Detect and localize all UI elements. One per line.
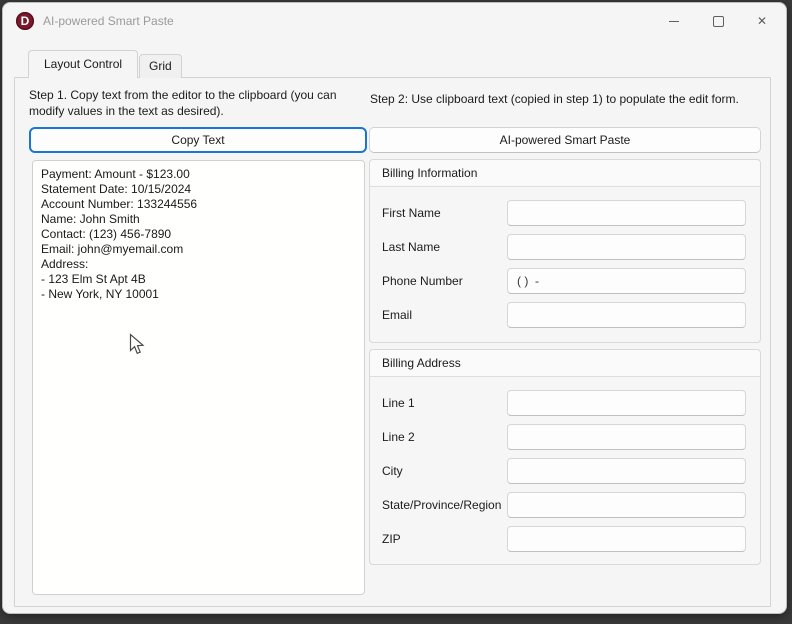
zip-label: ZIP xyxy=(382,532,401,546)
line1-label: Line 1 xyxy=(382,396,415,410)
app-logo-icon: D xyxy=(16,12,34,30)
city-label: City xyxy=(382,464,403,478)
editor-line: Name: John Smith xyxy=(41,212,140,226)
minimize-button[interactable] xyxy=(652,5,696,37)
field-row-state: State/Province/Region xyxy=(382,492,746,518)
billing-information-group: Billing Information First Name Last Name… xyxy=(369,159,761,343)
field-row-email: Email xyxy=(382,302,746,328)
field-row-line2: Line 2 xyxy=(382,424,746,450)
zip-input[interactable] xyxy=(507,526,746,552)
editor-line: Email: john@myemail.com xyxy=(41,242,184,256)
app-window: D AI-powered Smart Paste ✕ Layout Contro… xyxy=(2,2,787,614)
billing-address-group: Billing Address Line 1 Line 2 City State… xyxy=(369,349,761,565)
step2-instructions: Step 2: Use clipboard text (copied in st… xyxy=(370,92,739,106)
line2-input[interactable] xyxy=(507,424,746,450)
maximize-icon xyxy=(712,15,724,27)
last-name-label: Last Name xyxy=(382,240,441,254)
editor-line: Address: xyxy=(41,257,89,271)
last-name-input[interactable] xyxy=(507,234,746,260)
tab-grid[interactable]: Grid xyxy=(139,54,182,78)
editor-line: - New York, NY 10001 xyxy=(41,287,159,301)
line1-input[interactable] xyxy=(507,390,746,416)
field-row-last-name: Last Name xyxy=(382,234,746,260)
field-row-first-name: First Name xyxy=(382,200,746,226)
editor-line: - 123 Elm St Apt 4B xyxy=(41,272,146,286)
first-name-input[interactable] xyxy=(507,200,746,226)
window-controls: ✕ xyxy=(652,5,784,37)
field-row-phone-number: Phone Number xyxy=(382,268,746,294)
tab-layout-control[interactable]: Layout Control xyxy=(28,50,139,78)
editor-line: Statement Date: 10/15/2024 xyxy=(41,182,192,196)
state-province-region-input[interactable] xyxy=(507,492,746,518)
email-label: Email xyxy=(382,308,413,322)
maximize-button[interactable] xyxy=(696,5,740,37)
step1-instructions: Step 1. Copy text from the editor to the… xyxy=(29,88,337,118)
field-row-city: City xyxy=(382,458,746,484)
window-title: AI-powered Smart Paste xyxy=(43,14,174,28)
state-province-region-label: State/Province/Region xyxy=(382,498,502,512)
line2-label: Line 2 xyxy=(382,430,415,444)
phone-number-input[interactable] xyxy=(507,268,746,294)
billing-address-caption: Billing Address xyxy=(370,350,760,377)
title-bar: D AI-powered Smart Paste ✕ xyxy=(3,3,786,39)
city-input[interactable] xyxy=(507,458,746,484)
close-button[interactable]: ✕ xyxy=(740,5,784,37)
editor-line: Contact: (123) 456-7890 xyxy=(41,227,172,241)
close-icon: ✕ xyxy=(756,14,768,28)
clipboard-text-editor[interactable]: Payment: Amount - $123.00 Statement Date… xyxy=(32,160,365,595)
first-name-label: First Name xyxy=(382,206,441,220)
editor-line: Payment: Amount - $123.00 xyxy=(41,167,190,181)
field-row-zip: ZIP xyxy=(382,526,746,552)
minimize-icon xyxy=(669,20,679,22)
smart-paste-button[interactable]: AI-powered Smart Paste xyxy=(369,127,761,153)
editor-line: Account Number: 133244556 xyxy=(41,197,198,211)
field-row-line1: Line 1 xyxy=(382,390,746,416)
copy-text-button[interactable]: Copy Text xyxy=(29,127,367,153)
phone-number-label: Phone Number xyxy=(382,274,463,288)
billing-information-caption: Billing Information xyxy=(370,160,760,187)
email-input[interactable] xyxy=(507,302,746,328)
